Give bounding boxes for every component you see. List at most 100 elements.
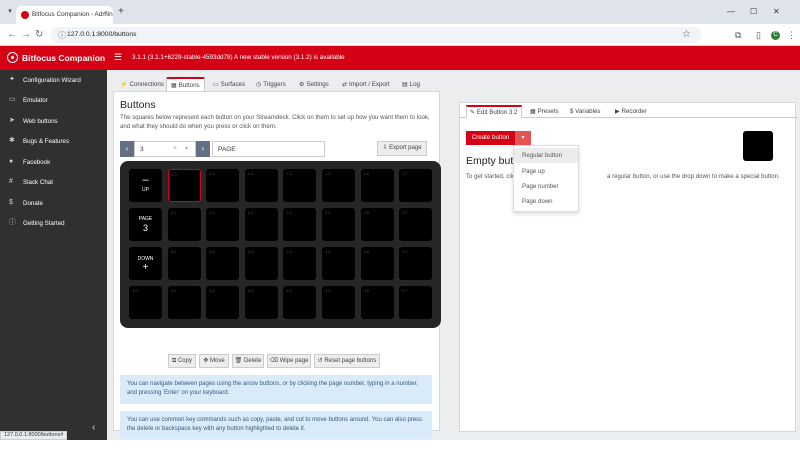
browser-tab-bar: ▾ Bitfocus Companion - Admin × + — ☐ ✕ bbox=[0, 0, 800, 24]
sidebar-item-label: Donate bbox=[23, 200, 43, 207]
button-index-label: 4.1 bbox=[170, 288, 177, 293]
tab-surfaces[interactable]: ▭ Surfaces bbox=[213, 77, 245, 91]
grid-button[interactable]: 1.7 bbox=[399, 169, 433, 202]
page-name-input[interactable]: PAGE bbox=[212, 141, 325, 157]
dropdown-item-page-down[interactable]: Page down bbox=[514, 194, 578, 209]
copy-button[interactable]: ⧉ Copy bbox=[168, 354, 196, 368]
grid-button[interactable]: 1.4 bbox=[283, 169, 317, 202]
grid-button[interactable]: 3.6 bbox=[360, 247, 394, 280]
grid-button[interactable]: 2.6 bbox=[360, 208, 394, 241]
new-tab-button[interactable]: + bbox=[118, 7, 124, 17]
dropdown-item-page-up[interactable]: Page up bbox=[514, 164, 578, 179]
button-index-label: 3.5 bbox=[325, 249, 331, 254]
page-up-button[interactable]: – UP bbox=[129, 169, 162, 202]
prev-page-button[interactable]: ‹ bbox=[120, 141, 134, 157]
sidepanel-icon[interactable]: ▯ bbox=[756, 29, 761, 41]
grid-button[interactable]: 3.4 bbox=[283, 247, 317, 280]
create-button[interactable]: Create button bbox=[466, 131, 515, 145]
delete-button[interactable]: 🗑 Delete bbox=[232, 354, 264, 368]
tab-import-export[interactable]: ⇄ Import / Export bbox=[342, 77, 390, 91]
gamepad-icon: ▭ bbox=[9, 96, 16, 103]
create-dropdown-toggle[interactable]: ▾ bbox=[515, 131, 531, 145]
reload-icon[interactable]: ↻ bbox=[35, 29, 43, 41]
sidebar-item-bugs-features[interactable]: ✱ Bugs & Features bbox=[0, 133, 107, 149]
button-index-label: 3.4 bbox=[286, 249, 292, 254]
tab-settings[interactable]: ⚙ Settings bbox=[299, 77, 329, 91]
grid-button[interactable]: 1.2 bbox=[206, 169, 240, 202]
grid-button[interactable]: 2.3 bbox=[244, 208, 278, 241]
grid-button[interactable]: 4.1 bbox=[167, 286, 201, 319]
grid-button[interactable]: 3.3 bbox=[244, 247, 278, 280]
sidebar-item-slack-chat[interactable]: # Slack Chat bbox=[0, 174, 107, 190]
grid-button[interactable]: 4.6 bbox=[360, 286, 394, 319]
minimize-icon[interactable]: — bbox=[727, 7, 735, 17]
sidebar-item-donate[interactable]: $ Donate bbox=[0, 195, 107, 211]
clear-icon[interactable]: × bbox=[173, 145, 177, 152]
grid-button[interactable]: 2.4 bbox=[283, 208, 317, 241]
forward-icon[interactable]: → bbox=[21, 29, 31, 41]
extensions-icon[interactable]: ⧉ bbox=[735, 29, 741, 41]
sidebar-item-facebook[interactable]: ● Facebook bbox=[0, 154, 107, 170]
grid-button[interactable]: 2.1 bbox=[167, 208, 201, 241]
sidebar-item-web-buttons[interactable]: ➤ Web buttons bbox=[0, 113, 107, 129]
dropdown-item-regular-button[interactable]: Regular button bbox=[514, 148, 578, 163]
tab-edit-button[interactable]: ✎ Edit Button 3.2 bbox=[466, 105, 522, 118]
grid-button[interactable]: 1.6 bbox=[360, 169, 394, 202]
tab-recorder[interactable]: ▶ Recorder bbox=[615, 105, 647, 118]
menu-kebab-icon[interactable]: ⋮ bbox=[787, 29, 796, 41]
grid-button[interactable]: 3.0 bbox=[129, 286, 162, 319]
grid-button[interactable]: 1.3 bbox=[244, 169, 278, 202]
sidebar-item-configuration-wizard[interactable]: ✦ Configuration Wizard bbox=[0, 72, 107, 88]
close-window-icon[interactable]: ✕ bbox=[773, 7, 780, 17]
grid-button[interactable]: 1.1 bbox=[167, 169, 201, 202]
browser-tab[interactable]: Bitfocus Companion - Admin × bbox=[16, 6, 113, 24]
grid-button[interactable]: 4.5 bbox=[322, 286, 355, 319]
page-number-select[interactable]: 3 × ▾ bbox=[134, 141, 196, 157]
tab-connections[interactable]: ⚡ Connections bbox=[120, 77, 164, 91]
page-number-display: 3 bbox=[142, 223, 148, 233]
sidebar-item-emulator[interactable]: ▭ Emulator bbox=[0, 92, 107, 108]
button-index-label: 2.1 bbox=[170, 210, 177, 215]
profile-avatar[interactable]: C bbox=[771, 31, 780, 40]
sidebar-item-getting-started[interactable]: ⓘ Getting Started bbox=[0, 215, 107, 231]
app-header: Bitfocus Companion ☰ 3.1.1 (3.1.1+6229-s… bbox=[0, 46, 800, 70]
grid-button[interactable]: 4.7 bbox=[399, 286, 433, 319]
tab-presets[interactable]: ▦ Presets bbox=[530, 105, 559, 118]
back-icon[interactable]: ← bbox=[7, 29, 17, 41]
reset-page-buttons-button[interactable]: ↺ Reset page buttons bbox=[314, 354, 380, 368]
grid-button[interactable]: 4.4 bbox=[283, 286, 317, 319]
move-button[interactable]: ✥ Move bbox=[199, 354, 229, 368]
grid-button[interactable]: 2.7 bbox=[399, 208, 433, 241]
button-index-label: 1.1 bbox=[171, 172, 178, 177]
tab-variables[interactable]: $ Variables bbox=[570, 105, 601, 118]
grid-button[interactable]: 1.5 bbox=[322, 169, 355, 202]
mouse-pointer-icon: ➤ bbox=[9, 117, 15, 124]
grid-button[interactable]: 3.5 bbox=[322, 247, 355, 280]
tab-buttons[interactable]: ▦ Buttons bbox=[166, 77, 205, 91]
tab-triggers[interactable]: ◷ Triggers bbox=[256, 77, 286, 91]
wipe-page-button[interactable]: ⌫ Wipe page bbox=[267, 354, 311, 368]
export-page-button[interactable]: ⇩ Export page bbox=[377, 141, 427, 156]
grid-button[interactable]: 4.2 bbox=[206, 286, 240, 319]
grid-button[interactable]: 2.5 bbox=[322, 208, 355, 241]
page-down-button[interactable]: DOWN + bbox=[129, 247, 162, 280]
grid-button[interactable]: 3.2 bbox=[206, 247, 240, 280]
grid-button[interactable]: 2.2 bbox=[206, 208, 240, 241]
grid-button[interactable]: 4.3 bbox=[244, 286, 278, 319]
page-number-button[interactable]: PAGE 3 bbox=[129, 208, 162, 241]
close-tab-icon[interactable]: × bbox=[104, 10, 108, 17]
app-logo[interactable]: Bitfocus Companion bbox=[0, 46, 107, 70]
grid-button[interactable]: 3.7 bbox=[399, 247, 433, 280]
collapse-sidebar-icon[interactable]: ‹ bbox=[92, 422, 95, 433]
dropdown-item-page-number[interactable]: Page number bbox=[514, 179, 578, 194]
grid-button[interactable]: 3.1 bbox=[167, 247, 201, 280]
tab-search-icon[interactable]: ▾ bbox=[4, 6, 16, 18]
tab-log[interactable]: ▤ Log bbox=[402, 77, 420, 91]
bookmark-star-icon[interactable]: ☆ bbox=[682, 29, 691, 40]
next-page-button[interactable]: › bbox=[196, 141, 210, 157]
hamburger-menu-icon[interactable]: ☰ bbox=[114, 52, 122, 63]
chevron-down-icon[interactable]: ▾ bbox=[185, 145, 188, 152]
site-info-icon[interactable]: ⓘ bbox=[58, 30, 66, 41]
maximize-icon[interactable]: ☐ bbox=[750, 7, 757, 17]
address-bar[interactable]: ⓘ 127.0.0.1:8000/buttons ☆ bbox=[51, 27, 701, 43]
